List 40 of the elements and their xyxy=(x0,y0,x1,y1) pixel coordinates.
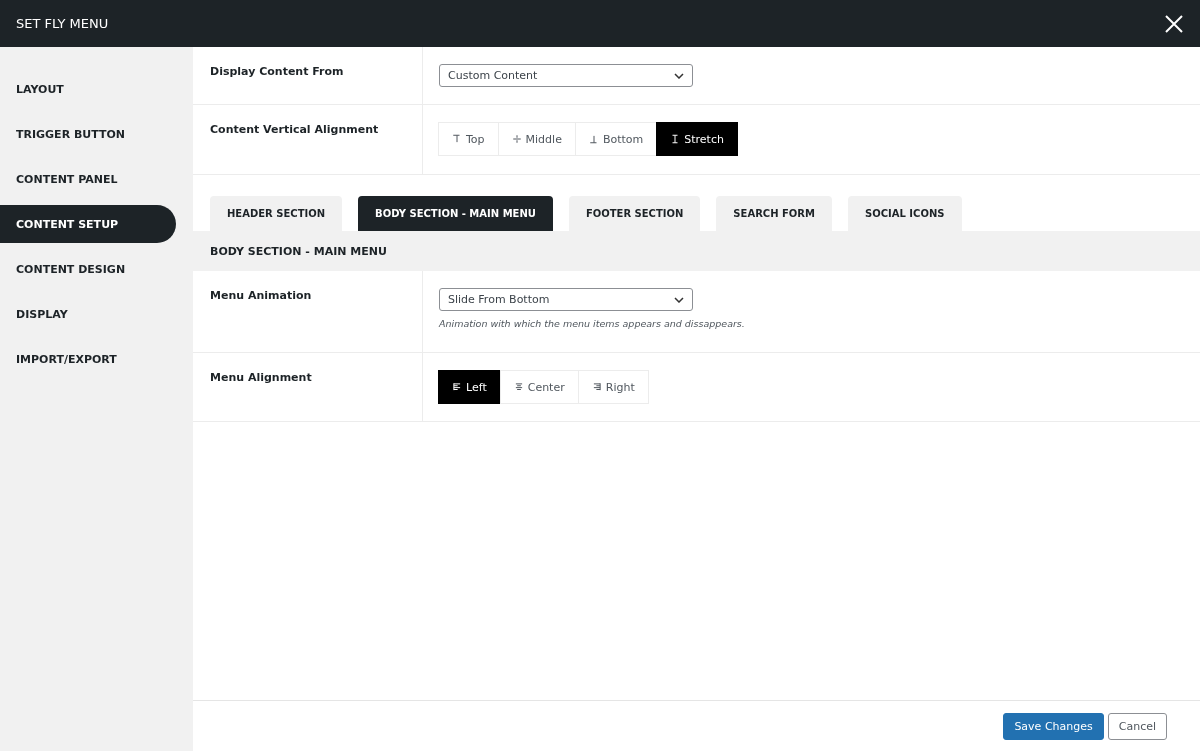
section-title: BODY SECTION - MAIN MENU xyxy=(210,244,387,258)
segment-button[interactable]: Left xyxy=(438,370,501,404)
chevron-down-icon xyxy=(674,72,684,79)
chevron-down-icon xyxy=(674,296,684,303)
segment-button[interactable]: Center xyxy=(499,370,579,404)
align-right-icon xyxy=(591,382,602,392)
section-tab[interactable]: HEADER SECTION xyxy=(210,196,343,231)
sidebar-item[interactable]: DISPLAY xyxy=(0,295,176,333)
setting-label: Display Content From xyxy=(193,47,423,104)
segment-button[interactable]: Top xyxy=(438,122,499,156)
align-stretch-icon xyxy=(670,134,681,144)
section-tab[interactable]: SOCIAL ICONS xyxy=(848,196,962,231)
align-top-icon xyxy=(452,134,462,144)
select-dropdown[interactable]: Slide From Bottom xyxy=(439,288,693,311)
select-dropdown[interactable]: Custom Content xyxy=(439,64,693,87)
sidebar-item[interactable]: CONTENT PANEL xyxy=(0,160,176,198)
segment-button[interactable]: Middle xyxy=(497,122,576,156)
align-bottom-icon xyxy=(588,134,599,144)
setting-label: Menu Alignment xyxy=(193,353,423,421)
save-button[interactable]: Save Changes xyxy=(1003,712,1104,740)
sidebar-item[interactable]: TRIGGER BUTTON xyxy=(0,115,176,153)
segment-button[interactable]: Stretch xyxy=(656,122,738,156)
align-middle-icon xyxy=(511,134,522,144)
section-tab[interactable]: SEARCH FORM xyxy=(716,196,832,231)
segment-button[interactable]: Right xyxy=(577,370,649,404)
sidebar-item[interactable]: IMPORT/EXPORT xyxy=(0,340,176,378)
close-icon[interactable] xyxy=(1164,13,1184,34)
cancel-button[interactable]: Cancel xyxy=(1107,712,1167,740)
sidebar-item[interactable]: CONTENT SETUP xyxy=(0,205,176,243)
segment-button[interactable]: Bottom xyxy=(574,122,658,156)
align-left-icon xyxy=(452,382,462,392)
setting-label: Content Vertical Alignment xyxy=(193,105,423,174)
help-text: Animation with which the menu items appears and dissappears. xyxy=(439,318,745,329)
align-center-icon xyxy=(513,382,524,392)
sidebar-item[interactable]: LAYOUT xyxy=(0,70,176,108)
section-tab[interactable]: FOOTER SECTION xyxy=(568,196,701,231)
window-title: SET FLY MENU xyxy=(16,16,109,31)
section-tab[interactable]: BODY SECTION - MAIN MENU xyxy=(358,196,553,231)
setting-label: Menu Animation xyxy=(193,271,423,352)
sidebar-item[interactable]: CONTENT DESIGN xyxy=(0,250,176,288)
